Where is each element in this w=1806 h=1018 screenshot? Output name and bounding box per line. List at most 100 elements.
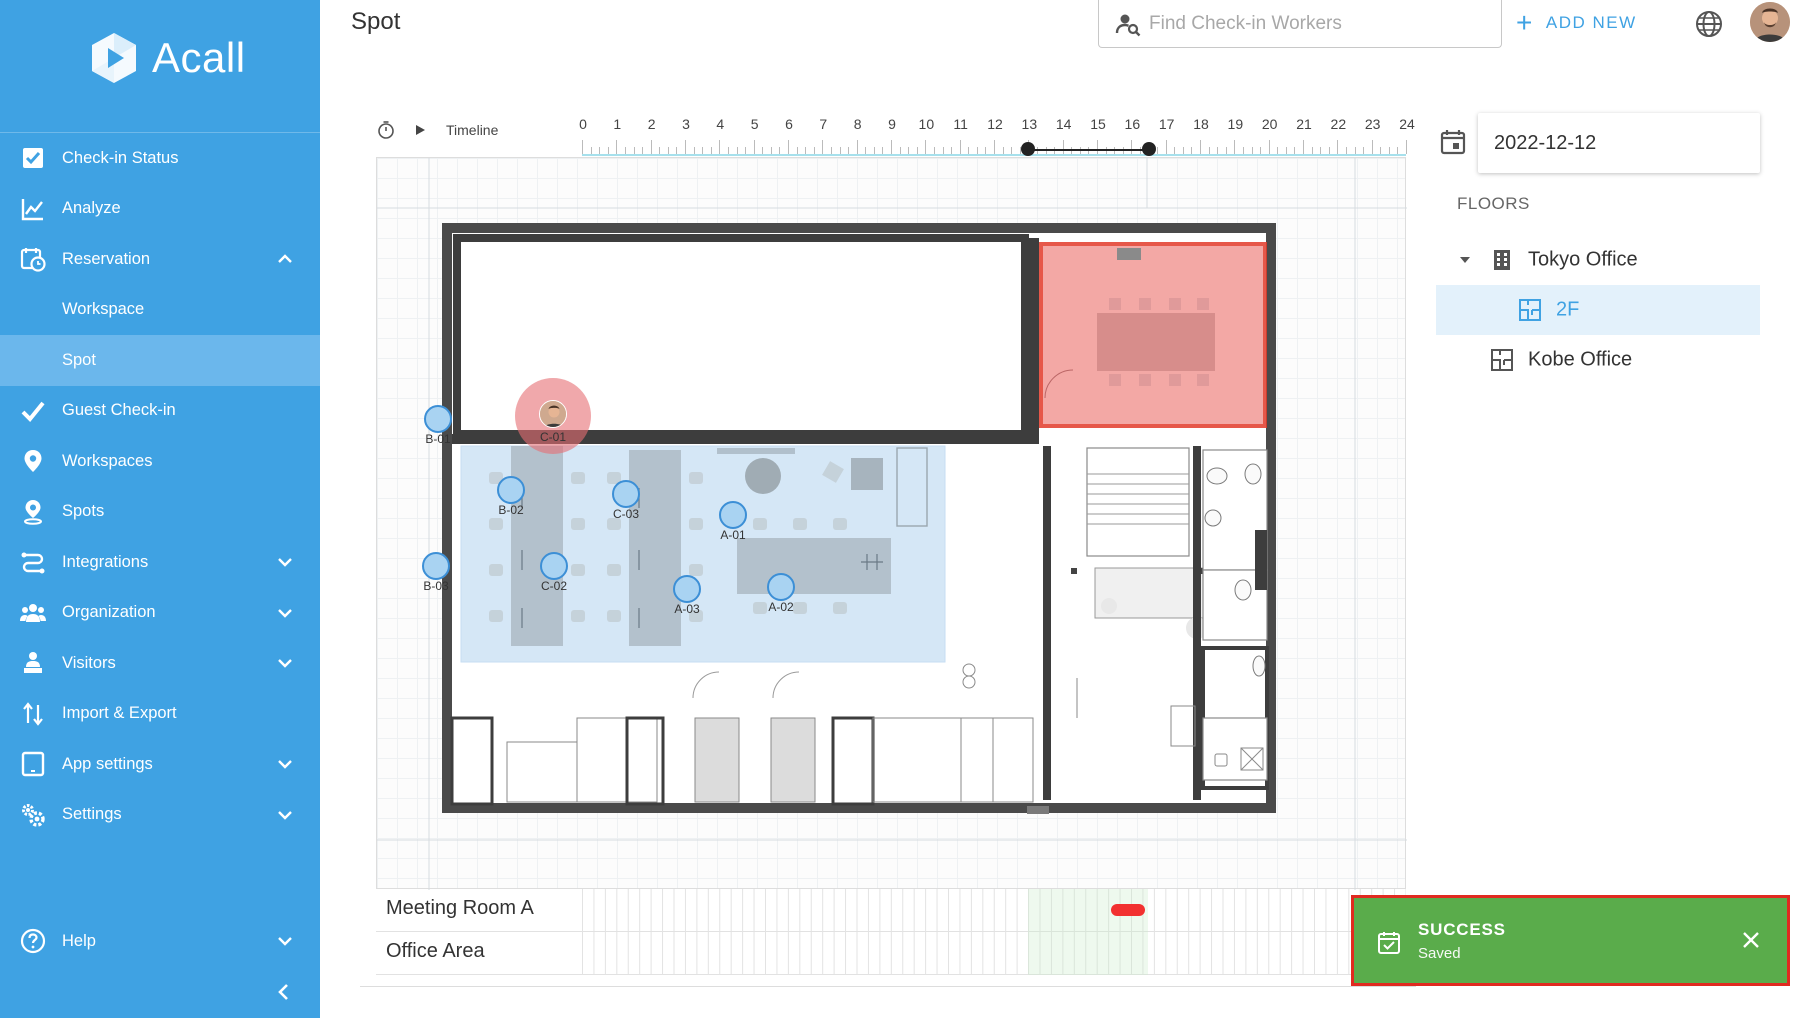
sidebar-item-help[interactable]: Help	[0, 916, 320, 967]
timeline-range-bar[interactable]	[1028, 149, 1149, 151]
sidebar-item-workspace[interactable]: Workspace	[0, 285, 320, 336]
area-row-office-area[interactable]: Office Area	[376, 932, 1406, 975]
sidebar-item-workspaces[interactable]: Workspaces	[0, 436, 320, 487]
user-avatar[interactable]	[1750, 2, 1790, 42]
spot-label: B-03	[423, 579, 449, 593]
timeline-hour-label: 19	[1227, 116, 1244, 132]
checkbox-icon	[19, 144, 47, 172]
close-icon[interactable]	[1739, 928, 1763, 952]
area-timeline-cells[interactable]	[582, 889, 1406, 932]
area-row-meeting-room-a[interactable]: Meeting Room A	[376, 889, 1406, 932]
search-input[interactable]	[1149, 12, 1469, 35]
reservation-bar[interactable]	[1110, 904, 1145, 916]
collapse-sidebar-icon[interactable]	[272, 980, 296, 1004]
spot-marker[interactable]	[424, 405, 452, 433]
sidebar-item-organization[interactable]: Organization	[0, 588, 320, 639]
add-new-button[interactable]: + ADD NEW	[1516, 8, 1637, 38]
timeline-tick	[985, 147, 987, 154]
timeline-tick	[753, 140, 755, 154]
sidebar-item-guest-check-in[interactable]: Guest Check-in	[0, 386, 320, 437]
app-root: Acall Check-in Status Analyze Reservatio…	[0, 0, 1806, 1018]
sidebar-item-app-settings[interactable]: App settings	[0, 739, 320, 790]
app-logo[interactable]: Acall	[86, 28, 246, 88]
search-field[interactable]	[1098, 0, 1502, 48]
globe-icon[interactable]	[1694, 9, 1724, 39]
spot-label: C-03	[612, 507, 640, 521]
timeline-end-handle[interactable]	[1141, 142, 1156, 156]
play-icon[interactable]	[410, 120, 430, 140]
sidebar-item-label: Check-in Status	[62, 148, 179, 167]
tablet-icon	[19, 750, 47, 778]
sidebar-item-reservation[interactable]: Reservation	[0, 234, 320, 285]
sidebar-item-import-export[interactable]: Import & Export	[0, 689, 320, 740]
floor-map-canvas[interactable]: B-01 C-01 B-02 C-03 A-01 B-03 C-02 A-03 A-02	[376, 157, 1407, 890]
toast-message: Saved	[1418, 945, 1461, 962]
sidebar-item-spots[interactable]: Spots	[0, 487, 320, 538]
timeline-tick	[1354, 147, 1356, 154]
calendar-icon[interactable]	[1439, 128, 1467, 156]
sidebar-item-label: Spot	[62, 350, 96, 369]
spot-marker[interactable]	[719, 501, 747, 529]
timeline-tick	[1217, 147, 1219, 154]
timeline-tick	[822, 140, 824, 154]
timeline-tick	[994, 140, 995, 154]
timeline-tick	[616, 140, 618, 154]
sidebar-item-label: Help	[62, 931, 96, 950]
timeline-hour-label: 12	[987, 116, 1003, 132]
timeline-hour-label: 1	[613, 116, 622, 132]
gears-icon	[19, 801, 47, 829]
success-toast: SUCCESS Saved	[1351, 895, 1790, 986]
spot-marker[interactable]	[612, 480, 640, 508]
sidebar-item-settings[interactable]: Settings	[0, 790, 320, 841]
floor-tree: Tokyo Office 2F Kobe Office	[1436, 235, 1760, 385]
tree-item-tokyo-office[interactable]: Tokyo Office	[1436, 235, 1760, 285]
date-picker-field[interactable]: 2022-12-12	[1478, 113, 1760, 173]
timeline-tick	[685, 140, 686, 154]
spot-marker[interactable]	[673, 575, 701, 603]
timeline-tick	[1208, 147, 1210, 154]
spot-label: B-02	[498, 503, 524, 517]
timeline-tick	[727, 147, 729, 154]
sidebar-item-label: Analyze	[62, 199, 121, 218]
timeline-tick	[813, 147, 815, 154]
timeline-tick	[1303, 140, 1304, 154]
area-name: Office Area	[386, 940, 485, 962]
timeline-tick	[916, 147, 918, 154]
sidebar-item-integrations[interactable]: Integrations	[0, 537, 320, 588]
timeline-tick	[1371, 140, 1373, 154]
sidebar-item-analyze[interactable]: Analyze	[0, 184, 320, 235]
sidebar-item-spot[interactable]: Spot	[0, 335, 320, 386]
timeline-tick	[1294, 147, 1296, 154]
spot-marker[interactable]	[422, 552, 450, 580]
area-timeline-cells[interactable]	[582, 932, 1406, 975]
tree-item-2f[interactable]: 2F	[1436, 285, 1760, 335]
timeline-tick	[1242, 147, 1244, 154]
timeline-tick	[1165, 140, 1167, 154]
tree-item-kobe-office[interactable]: Kobe Office	[1436, 335, 1760, 385]
timeline-start-handle[interactable]	[1021, 142, 1036, 156]
timeline-header: Timeline 0 1 2 3 4 5 6 7 8 9 10 11 12 13 14 15 16 17 18 19 2…	[376, 108, 1415, 158]
timeline-tick	[642, 147, 644, 154]
timeline-hour-label: 6	[785, 116, 793, 132]
sidebar-item-label: Guest Check-in	[62, 401, 176, 420]
timeline-hour-label: 15	[1090, 116, 1106, 132]
timeline-tick	[1328, 147, 1330, 154]
chevron-down-icon	[278, 937, 292, 946]
timeline-tick	[1182, 147, 1184, 154]
timeline-tick	[770, 147, 772, 154]
timer-icon[interactable]	[376, 120, 396, 140]
timeline-ruler[interactable]	[582, 138, 1407, 156]
sidebar-item-check-in-status[interactable]: Check-in Status	[0, 133, 320, 184]
timeline-tick	[667, 147, 669, 154]
spot-label: A-02	[768, 600, 794, 614]
timeline-tick	[951, 147, 953, 154]
spot-marker[interactable]	[540, 552, 568, 580]
spot-label: A-01	[720, 528, 746, 542]
sidebar-item-visitors[interactable]: Visitors	[0, 638, 320, 689]
timeline-tick	[873, 147, 875, 154]
spot-marker[interactable]	[497, 476, 525, 504]
checked-in-user-avatar[interactable]	[539, 400, 567, 428]
spot-marker[interactable]	[767, 573, 795, 601]
timeline-tick	[796, 147, 798, 154]
caret-down-icon[interactable]	[1458, 253, 1472, 267]
